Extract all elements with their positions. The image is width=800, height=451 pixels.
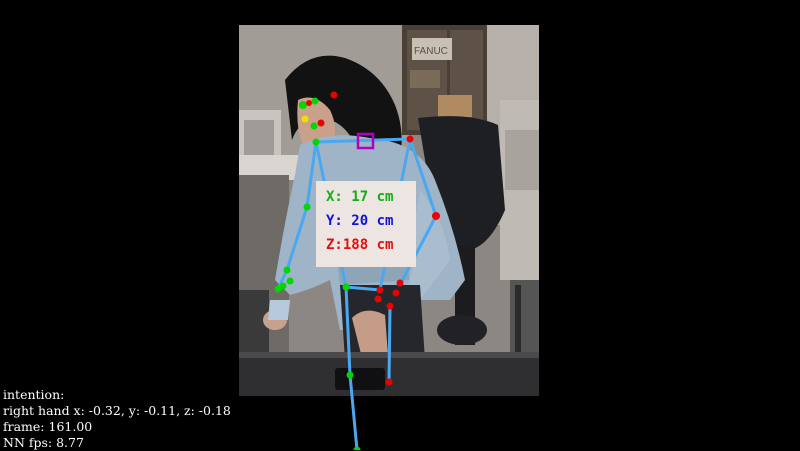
left-hand-joint-1 <box>286 277 294 285</box>
right-hand-joint-2 <box>374 295 382 303</box>
position-y-readout: Y: 20 cm <box>326 213 394 229</box>
nose-joint <box>306 100 312 106</box>
position-readout-box: X: 17 cm Y: 20 cm Z:188 cm <box>316 181 416 267</box>
intention-label: intention: <box>3 387 65 402</box>
chin-right-joint <box>317 119 325 127</box>
fanuc-label: FANUC <box>414 46 448 57</box>
left-hip-joint <box>342 283 350 291</box>
left-wrist-joint <box>283 266 291 274</box>
nn-fps-readout: NN fps: 8.77 <box>3 435 84 450</box>
right-hand-readout: right hand x: -0.32, y: -0.11, z: -0.18 <box>3 403 231 418</box>
right-wrist-joint <box>396 279 404 287</box>
left-shoulder-joint <box>312 138 320 146</box>
frame-readout: frame: 161.00 <box>3 419 93 434</box>
right-hand-joint-1 <box>392 289 400 297</box>
left-knee-joint <box>346 371 354 379</box>
right-knee-joint <box>385 378 393 386</box>
position-z-readout: Z:188 cm <box>326 237 394 253</box>
left-eye-joint <box>299 101 307 109</box>
right-hip-joint <box>376 286 384 294</box>
right-elbow-joint <box>432 212 440 220</box>
right-shoulder-joint <box>406 135 414 143</box>
right-hand-joint-3 <box>386 302 394 310</box>
left-elbow-joint <box>303 203 311 211</box>
right-thigh <box>387 303 392 384</box>
left-hand-joint-3 <box>274 285 282 293</box>
right-ear-joint <box>330 91 338 99</box>
hud-info-panel: intention: right hand x: -0.32, y: -0.11… <box>3 387 231 451</box>
position-x-readout: X: 17 cm <box>326 189 394 205</box>
chin-left-joint <box>310 122 318 130</box>
mouth-joint <box>301 115 309 123</box>
left-ear-joint <box>311 97 319 105</box>
left-ankle-joint <box>353 446 361 450</box>
